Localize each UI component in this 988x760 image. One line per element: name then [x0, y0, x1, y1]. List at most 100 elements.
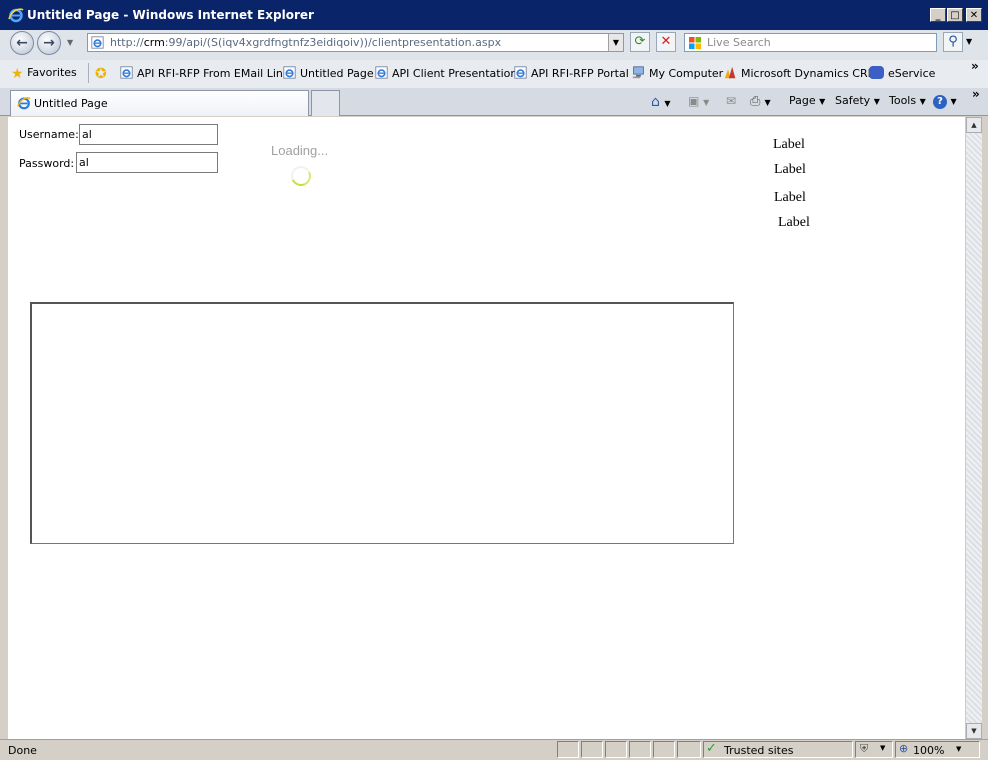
label-1: Label — [773, 137, 805, 152]
status-text: Done — [8, 744, 37, 757]
favorite-item-api-rfi-rfp-portal[interactable]: API RFI-RFP Portal — [514, 66, 629, 80]
status-segment — [605, 741, 627, 758]
label-4: Label — [778, 215, 810, 230]
read-mail-button[interactable]: ✉ — [726, 94, 736, 108]
favorite-label: API RFI-RFP From EMail Link — [137, 67, 290, 80]
favorite-label: Microsoft Dynamics CRM — [741, 67, 878, 80]
label-2: Label — [774, 162, 806, 177]
close-button[interactable]: ✕ — [966, 8, 982, 22]
title-bar: Untitled Page - Windows Internet Explore… — [0, 0, 988, 30]
presentation-panel — [30, 302, 734, 544]
zoom-icon: ⊕ — [899, 742, 909, 755]
favorite-item-my-computer[interactable]: My Computer — [632, 66, 723, 80]
vertical-scrollbar[interactable]: ▲ ▼ — [965, 117, 982, 739]
safety-dropdown-icon: ▼ — [873, 97, 880, 106]
maximize-button[interactable]: □ — [947, 8, 963, 22]
feeds-button[interactable]: ▣ ▼ — [688, 94, 709, 108]
zoom-dropdown-icon: ▼ — [956, 745, 962, 753]
scroll-up-button[interactable]: ▲ — [966, 117, 982, 133]
search-icon: ⚲ — [948, 34, 958, 49]
security-zone-label: Trusted sites — [724, 744, 794, 757]
window-left-border — [0, 117, 8, 739]
command-bar-overflow-button[interactable]: » — [972, 87, 980, 101]
favorites-label: Favorites — [27, 66, 77, 79]
status-segment — [677, 741, 701, 758]
refresh-button[interactable]: ⟳ — [630, 32, 650, 52]
page-dropdown-icon: ▼ — [819, 97, 826, 106]
computer-icon — [632, 66, 644, 79]
favorites-button[interactable]: ★ Favorites — [11, 66, 77, 82]
mail-icon: ✉ — [726, 94, 737, 108]
favorite-label: API Client Presentation — [392, 67, 518, 80]
password-input[interactable] — [76, 152, 218, 173]
status-segment — [629, 741, 651, 758]
internet-explorer-icon — [8, 8, 24, 23]
favorite-label: My Computer — [649, 67, 724, 80]
new-tab-button[interactable] — [311, 90, 340, 116]
tools-menu-button[interactable]: Tools ▼ — [889, 94, 926, 107]
address-bar[interactable]: http://crm:99/api/(S(iqv4xgrdfngtnfz3eid… — [87, 33, 624, 52]
dynamics-crm-icon — [724, 66, 736, 79]
tab-label: Untitled Page — [34, 97, 108, 110]
scroll-down-button[interactable]: ▼ — [966, 723, 982, 739]
safety-menu-label: Safety — [835, 94, 871, 107]
search-button[interactable]: ⚲ — [943, 32, 963, 52]
loading-text: Loading... — [271, 143, 329, 158]
favorite-item-api-rfi-rfp-from-email-link[interactable]: API RFI-RFP From EMail Link — [120, 66, 289, 80]
windows-live-logo-icon — [689, 37, 701, 49]
print-button[interactable]: ⎙ ▼ — [750, 94, 771, 109]
recent-pages-dropdown-icon[interactable]: ▼ — [67, 38, 73, 47]
page-menu-button[interactable]: Page ▼ — [789, 94, 825, 107]
address-dropdown-button[interactable]: ▼ — [608, 34, 623, 51]
stop-icon: ✕ — [660, 34, 672, 49]
tools-menu-label: Tools — [889, 94, 917, 107]
star-icon: ★ — [11, 66, 24, 82]
checkmark-icon: ✓ — [706, 741, 717, 756]
back-arrow-icon: ← — [16, 35, 28, 51]
ie-page-icon — [514, 66, 527, 79]
favorite-label: Untitled Page — [300, 67, 374, 80]
protected-mode-button[interactable]: ⛨ ▼ — [855, 741, 893, 758]
home-button[interactable]: ⌂ ▼ — [651, 94, 671, 110]
security-zone[interactable]: ✓ Trusted sites — [703, 741, 853, 758]
minimize-button[interactable]: _ — [930, 8, 946, 22]
rss-feed-icon: ▣ — [688, 94, 700, 108]
window-title: Untitled Page - Windows Internet Explore… — [27, 8, 314, 22]
url-host: crm — [143, 36, 165, 49]
favorite-item-microsoft-dynamics-crm[interactable]: Microsoft Dynamics CRM — [724, 66, 877, 80]
help-button[interactable]: ? ▼ — [933, 94, 957, 109]
back-button[interactable]: ← — [10, 31, 34, 55]
page-menu-label: Page — [789, 94, 816, 107]
favorite-item-untitled-page[interactable]: Untitled Page — [283, 66, 374, 80]
shield-icon: ⛨ — [860, 742, 869, 755]
username-label: Username: — [19, 128, 79, 141]
username-input[interactable] — [79, 124, 218, 145]
printer-icon: ⎙ — [750, 94, 761, 109]
page-ie-icon — [91, 36, 104, 49]
stop-button[interactable]: ✕ — [656, 32, 676, 52]
label-3: Label — [774, 190, 806, 205]
add-to-favorites-bar-button[interactable]: ✪ — [95, 66, 107, 82]
safety-menu-button[interactable]: Safety ▼ — [835, 94, 880, 107]
favorites-divider — [88, 63, 89, 83]
zoom-button[interactable]: ⊕ 100% ▼ — [895, 741, 980, 758]
favorite-label: eService — [888, 67, 936, 80]
address-url[interactable]: http://crm:99/api/(S(iqv4xgrdfngtnfz3eid… — [110, 36, 501, 49]
help-dropdown-icon: ▼ — [950, 97, 957, 106]
search-options-dropdown-icon[interactable]: ▼ — [966, 37, 972, 46]
forward-arrow-icon: → — [43, 35, 55, 51]
favorite-item-api-client-presentation[interactable]: API Client Presentation — [375, 66, 517, 80]
home-dropdown-icon: ▼ — [664, 99, 671, 108]
window-right-border — [982, 117, 988, 739]
tools-dropdown-icon: ▼ — [919, 97, 926, 106]
tab-untitled-page[interactable]: Untitled Page — [10, 90, 309, 116]
zoom-level: 100% — [913, 744, 945, 757]
status-segment — [557, 741, 579, 758]
search-placeholder: Live Search — [707, 36, 771, 49]
favorite-item-eservice[interactable]: eService — [869, 66, 935, 80]
search-input[interactable]: Live Search — [684, 33, 937, 52]
forward-button[interactable]: → — [37, 31, 61, 55]
favorites-overflow-button[interactable]: » — [971, 59, 979, 73]
url-scheme: http:// — [110, 36, 144, 49]
add-favorite-star-icon: ✪ — [95, 66, 107, 82]
